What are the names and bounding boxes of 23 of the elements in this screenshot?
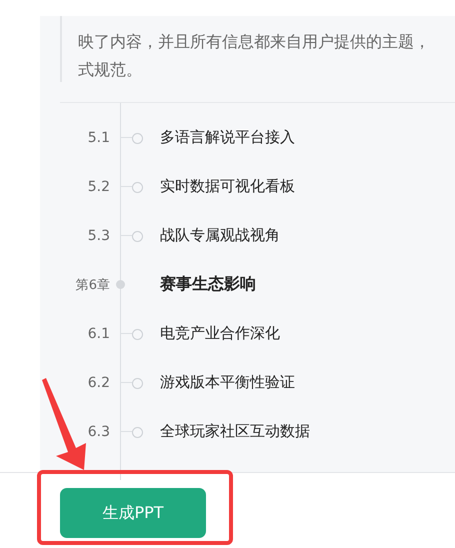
chapter-title[interactable]: 赛事生态影响 <box>160 274 256 295</box>
node-circle-icon <box>132 378 143 388</box>
section-number: 5.2 <box>86 178 110 194</box>
section-title[interactable]: 电竞产业合作深化 <box>160 324 280 343</box>
section-number: 5.3 <box>86 228 110 244</box>
chapter-number: 第6章 <box>74 276 110 294</box>
node-circle-icon <box>132 132 143 144</box>
chapter-dot <box>116 280 125 288</box>
node-circle-icon <box>132 230 143 242</box>
section-title[interactable]: 多语言解说平台接入 <box>160 128 295 147</box>
section-number: 6.3 <box>86 424 110 440</box>
section-number: 5.1 <box>86 130 110 146</box>
node-circle-icon <box>132 426 143 438</box>
section-title[interactable]: 实时数据可视化看板 <box>160 177 295 196</box>
section-title[interactable]: 战队专属观战视角 <box>160 226 280 245</box>
note-text: 式规范。 <box>78 59 143 81</box>
section-number: 6.1 <box>86 326 110 342</box>
note-text: 映了内容，并且所有信息都来自用户提供的主题， <box>78 31 431 53</box>
node-circle-icon <box>132 182 143 192</box>
section-number: 6.2 <box>86 374 110 390</box>
section-title[interactable]: 游戏版本平衡性验证 <box>160 373 295 392</box>
node-circle-icon <box>132 328 143 340</box>
section-title[interactable]: 全球玩家社区互动数据 <box>160 422 310 441</box>
